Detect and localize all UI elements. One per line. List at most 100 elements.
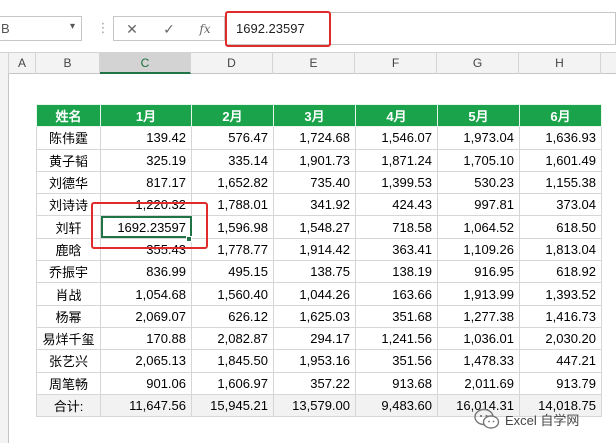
value-cell[interactable]: 1,393.52: [519, 282, 602, 306]
value-cell[interactable]: 2,011.69: [437, 371, 520, 395]
column-header-d[interactable]: D: [191, 53, 273, 74]
value-cell[interactable]: 1,064.52: [437, 215, 520, 239]
value-cell[interactable]: 1,606.97: [191, 371, 274, 395]
total-cell[interactable]: 11,647.56: [100, 393, 192, 418]
chevron-down-icon[interactable]: ▾: [70, 21, 75, 32]
value-cell[interactable]: 718.58: [355, 215, 438, 239]
value-cell[interactable]: 325.19: [100, 148, 192, 172]
enter-icon[interactable]: ✓: [157, 19, 181, 39]
value-cell[interactable]: 447.21: [519, 349, 602, 373]
value-cell[interactable]: 618.92: [519, 260, 602, 284]
column-header-e[interactable]: E: [273, 53, 355, 74]
insert-function-icon[interactable]: fx: [193, 19, 217, 39]
value-cell[interactable]: 901.06: [100, 371, 192, 395]
header-cell[interactable]: 5月: [437, 103, 520, 128]
value-cell[interactable]: 1,913.99: [437, 282, 520, 306]
value-cell[interactable]: 1,560.40: [191, 282, 274, 306]
value-cell[interactable]: 913.68: [355, 371, 438, 395]
name-cell[interactable]: 周笔畅: [36, 371, 101, 395]
value-cell[interactable]: 1,109.26: [437, 237, 520, 262]
value-cell[interactable]: 2,069.07: [100, 304, 192, 328]
value-cell[interactable]: 1,546.07: [355, 126, 438, 150]
value-cell[interactable]: 2,065.13: [100, 349, 192, 373]
value-cell[interactable]: 1,241.56: [355, 326, 438, 351]
value-cell[interactable]: 138.19: [355, 260, 438, 284]
header-cell[interactable]: 6月: [519, 103, 602, 128]
value-cell[interactable]: 1,871.24: [355, 148, 438, 172]
value-cell[interactable]: 836.99: [100, 260, 192, 284]
value-cell[interactable]: 2,030.20: [519, 326, 602, 351]
column-header-b[interactable]: B: [36, 53, 100, 74]
value-cell[interactable]: 1,044.26: [273, 282, 356, 306]
header-cell[interactable]: 1月: [100, 103, 192, 128]
value-cell[interactable]: 1,625.03: [273, 304, 356, 328]
value-cell[interactable]: 341.92: [273, 193, 356, 217]
value-cell[interactable]: 351.56: [355, 349, 438, 373]
column-header-a[interactable]: A: [9, 53, 36, 74]
name-cell[interactable]: 杨幂: [36, 304, 101, 328]
value-cell[interactable]: 351.68: [355, 304, 438, 328]
value-cell[interactable]: 1,652.82: [191, 170, 274, 195]
name-cell[interactable]: 肖战: [36, 282, 101, 306]
value-cell[interactable]: 530.23: [437, 170, 520, 195]
name-cell[interactable]: 张艺兴: [36, 349, 101, 373]
value-cell[interactable]: 170.88: [100, 326, 192, 351]
value-cell[interactable]: 1,953.16: [273, 349, 356, 373]
column-header-g[interactable]: G: [437, 53, 519, 74]
value-cell[interactable]: 1,845.50: [191, 349, 274, 373]
value-cell[interactable]: 1,914.42: [273, 237, 356, 262]
value-cell[interactable]: 1,054.68: [100, 282, 192, 306]
value-cell[interactable]: 735.40: [273, 170, 356, 195]
value-cell[interactable]: 294.17: [273, 326, 356, 351]
value-cell[interactable]: 618.50: [519, 215, 602, 239]
value-cell[interactable]: 1,601.49: [519, 148, 602, 172]
value-cell[interactable]: 139.42: [100, 126, 192, 150]
value-cell[interactable]: 1,973.04: [437, 126, 520, 150]
value-cell[interactable]: 1,277.38: [437, 304, 520, 328]
value-cell[interactable]: 997.81: [437, 193, 520, 217]
select-all-corner[interactable]: [0, 53, 9, 74]
value-cell[interactable]: 1,724.68: [273, 126, 356, 150]
total-cell[interactable]: 13,579.00: [273, 393, 356, 418]
name-cell[interactable]: 乔振宇: [36, 260, 101, 284]
value-cell[interactable]: 357.22: [273, 371, 356, 395]
value-cell[interactable]: 1,813.04: [519, 237, 602, 262]
value-cell[interactable]: 363.41: [355, 237, 438, 262]
name-cell[interactable]: 易烊千玺: [36, 326, 101, 351]
value-cell[interactable]: 138.75: [273, 260, 356, 284]
value-cell[interactable]: 424.43: [355, 193, 438, 217]
value-cell[interactable]: 626.12: [191, 304, 274, 328]
value-cell[interactable]: 1,705.10: [437, 148, 520, 172]
name-cell[interactable]: 刘德华: [36, 170, 101, 195]
column-header-h[interactable]: H: [519, 53, 601, 74]
value-cell[interactable]: 1,416.73: [519, 304, 602, 328]
value-cell[interactable]: 913.79: [519, 371, 602, 395]
header-cell[interactable]: 姓名: [36, 103, 101, 128]
value-cell[interactable]: 373.04: [519, 193, 602, 217]
header-cell[interactable]: 3月: [273, 103, 356, 128]
value-cell[interactable]: 1,548.27: [273, 215, 356, 239]
row-headers[interactable]: [0, 74, 9, 443]
value-cell[interactable]: 1,636.93: [519, 126, 602, 150]
value-cell[interactable]: 335.14: [191, 148, 274, 172]
value-cell[interactable]: 1,155.38: [519, 170, 602, 195]
header-cell[interactable]: 2月: [191, 103, 274, 128]
value-cell[interactable]: 495.15: [191, 260, 274, 284]
value-cell[interactable]: 817.17: [100, 170, 192, 195]
value-cell[interactable]: 1,478.33: [437, 349, 520, 373]
cancel-icon[interactable]: ✕: [120, 19, 144, 39]
total-cell[interactable]: 9,483.60: [355, 393, 438, 418]
value-cell[interactable]: 916.95: [437, 260, 520, 284]
value-cell[interactable]: 576.47: [191, 126, 274, 150]
value-cell[interactable]: 163.66: [355, 282, 438, 306]
column-header-f[interactable]: F: [355, 53, 437, 74]
total-cell[interactable]: 15,945.21: [191, 393, 274, 418]
column-header-c[interactable]: C: [100, 53, 191, 74]
name-cell[interactable]: 陈伟霆: [36, 126, 101, 150]
value-cell[interactable]: 1,036.01: [437, 326, 520, 351]
value-cell[interactable]: 1,901.73: [273, 148, 356, 172]
header-cell[interactable]: 4月: [355, 103, 438, 128]
value-cell[interactable]: 1,399.53: [355, 170, 438, 195]
value-cell[interactable]: 2,082.87: [191, 326, 274, 351]
name-cell[interactable]: 黄子韬: [36, 148, 101, 172]
